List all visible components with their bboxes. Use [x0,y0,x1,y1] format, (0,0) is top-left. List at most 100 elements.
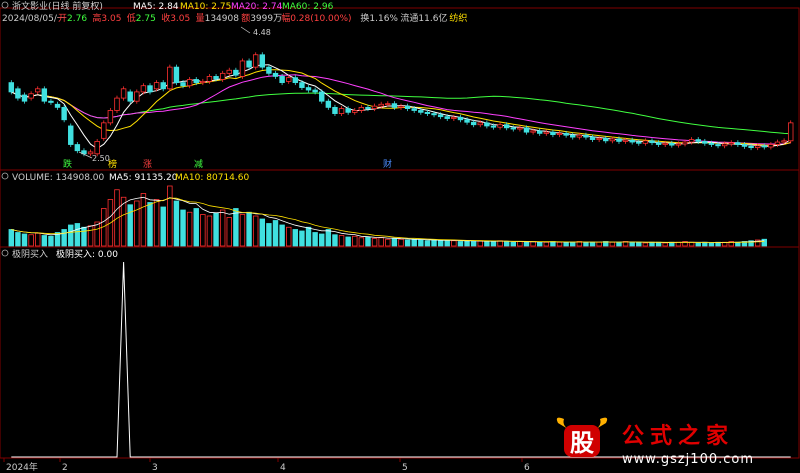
candle[interactable] [101,122,107,139]
marker-die[interactable]: 跌 [63,159,72,170]
candle[interactable] [622,139,629,142]
candle[interactable] [437,114,444,118]
candle[interactable] [721,143,728,147]
candle[interactable] [391,103,398,108]
candle[interactable] [180,82,186,87]
candle[interactable] [418,110,424,113]
candle[interactable] [54,103,61,108]
candle[interactable] [708,142,715,145]
candle[interactable] [226,69,232,74]
candle[interactable] [457,116,464,121]
candle[interactable] [550,131,556,136]
candle[interactable] [583,134,589,138]
candle[interactable] [114,97,120,111]
candle[interactable] [728,142,734,145]
candle[interactable] [563,132,569,136]
candle[interactable] [576,134,583,138]
candle[interactable] [669,142,675,146]
indicator-name[interactable]: 极阴买入 [12,248,48,260]
candle[interactable] [470,121,477,126]
candle[interactable] [213,76,219,80]
candle[interactable] [332,106,338,114]
candle[interactable] [74,144,81,152]
candle[interactable] [543,131,550,134]
candle[interactable] [781,140,787,143]
candle[interactable] [266,66,272,74]
candle[interactable] [48,100,54,103]
candle[interactable] [464,119,470,123]
candle[interactable] [35,88,41,93]
candle[interactable] [358,106,365,111]
candle[interactable] [424,111,431,114]
candle[interactable] [292,77,299,84]
candle[interactable] [8,82,15,93]
candle[interactable] [570,134,576,138]
candle[interactable] [286,77,292,82]
candle[interactable] [715,144,721,147]
candle[interactable] [15,88,21,99]
candle[interactable] [741,144,748,147]
candle[interactable] [338,108,345,114]
candle[interactable] [477,122,483,126]
candle[interactable] [120,88,127,99]
indicator-toggle-icon[interactable] [1,249,9,257]
candle[interactable] [490,125,497,128]
candle[interactable] [556,132,563,136]
candle[interactable] [147,85,153,93]
candle[interactable] [503,124,510,129]
candle[interactable] [127,91,133,102]
candle[interactable] [398,105,404,108]
candle[interactable] [589,136,596,140]
candle[interactable] [596,137,602,140]
candle[interactable] [787,122,794,142]
candle[interactable] [173,66,180,84]
candle[interactable] [517,127,523,130]
candle[interactable] [774,141,781,145]
candle[interactable] [68,125,74,145]
candle[interactable] [735,142,741,145]
candle[interactable] [510,127,516,130]
candle[interactable] [193,79,199,84]
candle[interactable] [662,142,668,145]
candle[interactable] [385,103,391,106]
candle[interactable] [688,139,695,143]
candle[interactable] [167,66,173,90]
candle[interactable] [642,140,649,144]
candle[interactable] [404,105,411,110]
candle[interactable] [259,54,266,68]
candle[interactable] [768,144,774,148]
candle[interactable] [365,106,371,110]
candle[interactable] [41,88,48,102]
candle[interactable] [649,140,655,144]
candle[interactable] [411,108,417,111]
candle[interactable] [530,130,536,133]
candle[interactable] [754,145,761,149]
candle[interactable] [140,85,147,93]
candle[interactable] [206,76,213,82]
candle[interactable] [233,69,239,76]
candle[interactable] [629,139,635,143]
candle[interactable] [246,60,252,68]
candle[interactable] [305,87,312,91]
candle[interactable] [378,103,384,107]
candle[interactable] [609,138,616,142]
candle[interactable] [186,79,193,87]
marker-bang[interactable]: 榜 [108,158,117,170]
candle[interactable] [682,141,688,145]
candle[interactable] [312,89,318,93]
candle[interactable] [21,94,28,102]
candle[interactable] [444,116,450,119]
candle[interactable] [319,91,325,102]
price-pane[interactable] [0,7,800,171]
candle[interactable] [748,145,754,149]
candle[interactable] [134,91,140,102]
candle[interactable] [345,108,351,113]
candle[interactable] [655,142,662,145]
candle[interactable] [219,72,226,80]
candle[interactable] [94,141,100,155]
candle[interactable] [523,127,530,133]
candle[interactable] [451,116,457,119]
candle[interactable] [603,137,609,142]
candle[interactable] [61,106,67,121]
volume-toggle-icon[interactable] [1,172,9,180]
